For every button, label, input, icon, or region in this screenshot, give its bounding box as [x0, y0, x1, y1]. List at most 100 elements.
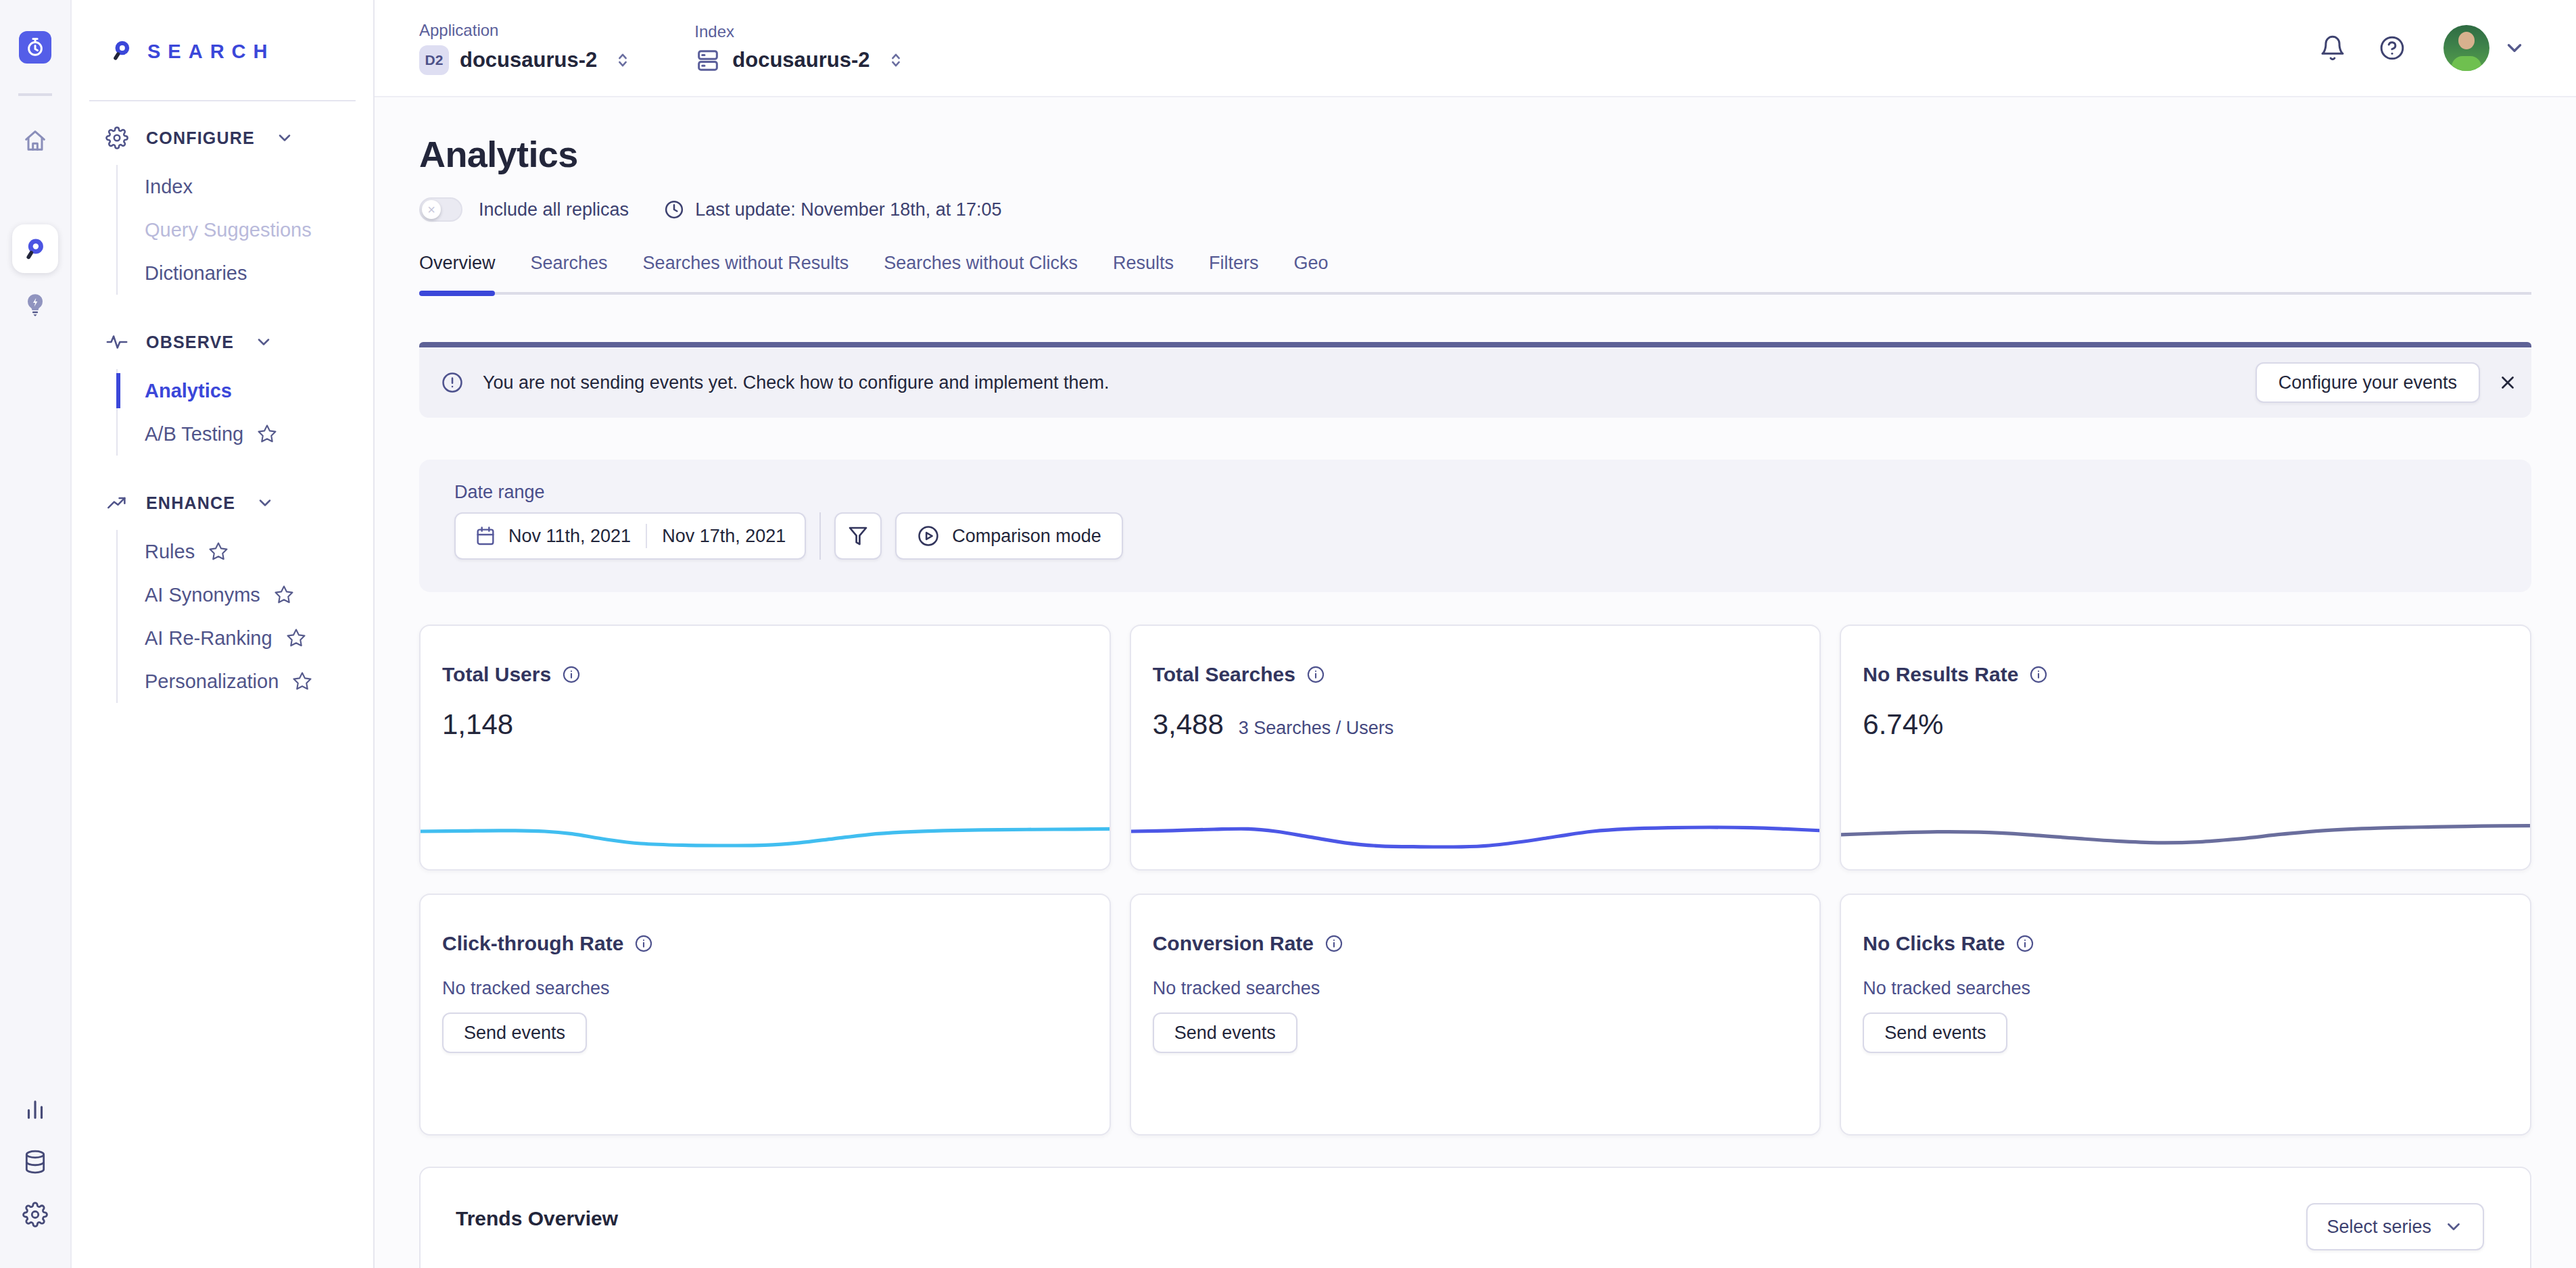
home-nav-button[interactable]: [22, 127, 49, 154]
sidebar-section-observe[interactable]: OBSERVE: [105, 330, 373, 354]
toggle-label: Include all replicas: [479, 199, 629, 220]
no-results-rate-sparkline: [1841, 804, 2530, 858]
comparison-mode-button[interactable]: Comparison mode: [895, 512, 1123, 560]
tab-geo[interactable]: Geo: [1293, 251, 1328, 274]
metric-card-total-searches: Total Searches 3,4883 Searches / Users: [1130, 625, 1821, 871]
content: Analytics × Include all replicas Last up…: [375, 97, 2576, 1268]
tab-results[interactable]: Results: [1113, 251, 1174, 274]
trends-overview-card: Trends Overview Select series: [419, 1167, 2531, 1268]
play-circle-icon: [917, 525, 940, 547]
sidebar-item-query-suggestions[interactable]: Query Suggestions: [145, 208, 373, 251]
toggle-knob: ×: [422, 200, 441, 219]
application-badge: D2: [419, 45, 449, 75]
banner-close-button[interactable]: [2498, 372, 2518, 393]
date-range-label: Date range: [454, 481, 2496, 503]
stopwatch-icon: [25, 37, 45, 57]
page-title: Analytics: [419, 131, 2531, 177]
sidebar-item-personalization[interactable]: Personalization: [145, 660, 373, 703]
bell-icon: [2319, 34, 2346, 62]
application-selector[interactable]: Application D2 docusaurus-2: [419, 21, 632, 75]
metric-cards-row: Total Users 1,148 Total Searches 3,4883 …: [419, 625, 2531, 871]
sidebar-item-analytics[interactable]: Analytics: [145, 369, 373, 412]
tab-filters[interactable]: Filters: [1209, 251, 1259, 274]
sidebar-item-dictionaries[interactable]: Dictionaries: [145, 251, 373, 295]
section-label: OBSERVE: [146, 333, 234, 352]
send-events-button[interactable]: Send events: [1863, 1013, 2007, 1053]
search-product-button[interactable]: [12, 224, 58, 273]
star-icon: [292, 671, 312, 691]
info-icon[interactable]: [562, 665, 581, 684]
banner-text: You are not sending events yet. Check ho…: [483, 372, 1110, 393]
send-events-button[interactable]: Send events: [442, 1013, 587, 1053]
bar-chart-icon: [22, 1096, 48, 1122]
date-range-panel: Date range Nov 11th, 2021 Nov 17th, 2021: [419, 460, 2531, 592]
chevron-down-icon: [275, 128, 294, 147]
sidebar-item-index[interactable]: Index: [145, 165, 373, 208]
section-label: ENHANCE: [146, 493, 235, 513]
tab-searches-without-clicks[interactable]: Searches without Clicks: [884, 251, 1078, 274]
product-rail: [0, 0, 72, 1268]
rail-divider: [18, 93, 52, 96]
star-icon: [208, 541, 229, 562]
toolbar-divider: [819, 512, 821, 560]
user-menu-chevron[interactable]: [2503, 36, 2526, 59]
section-observe: OBSERVE Analytics A/B Testing: [105, 330, 373, 456]
recommend-product-button[interactable]: [22, 292, 48, 318]
select-arrows-icon: [613, 51, 632, 70]
lightbulb-icon: [22, 292, 48, 318]
help-button[interactable]: [2379, 34, 2406, 62]
clock-icon: [664, 199, 684, 220]
tab-overview[interactable]: Overview: [419, 251, 496, 274]
close-icon: [2498, 372, 2518, 393]
date-range-button[interactable]: Nov 11th, 2021 Nov 17th, 2021: [454, 512, 806, 560]
sidebar-item-ai-re-ranking[interactable]: AI Re-Ranking: [145, 616, 373, 660]
send-events-button[interactable]: Send events: [1153, 1013, 1297, 1053]
usage-nav-button[interactable]: [22, 1096, 48, 1122]
star-icon: [286, 628, 306, 648]
index-selector[interactable]: Index docusaurus-2: [694, 22, 905, 74]
filter-button[interactable]: [834, 512, 882, 560]
notifications-button[interactable]: [2319, 34, 2346, 62]
info-icon[interactable]: [634, 934, 653, 953]
empty-cards-row: Click-through Rate No tracked searches S…: [419, 894, 2531, 1136]
tabs-underline: [419, 292, 2531, 295]
metric-card-no-clicks-rate: No Clicks Rate No tracked searches Send …: [1840, 894, 2531, 1136]
settings-nav-button[interactable]: [22, 1202, 48, 1227]
avatar[interactable]: [2443, 25, 2489, 71]
sidebar-item-ai-synonyms[interactable]: AI Synonyms: [145, 573, 373, 616]
configure-events-button[interactable]: Configure your events: [2256, 362, 2480, 403]
trending-up-icon: [105, 491, 128, 514]
app-root: SEARCH CONFIGURE Index Query Suggestions…: [0, 0, 2576, 1268]
info-icon[interactable]: [1306, 665, 1325, 684]
section-enhance: ENHANCE Rules AI Synonyms AI Re-Ranking …: [105, 491, 373, 703]
info-icon[interactable]: [2016, 934, 2034, 953]
chevron-down-icon: [254, 333, 273, 351]
sidebar: SEARCH CONFIGURE Index Query Suggestions…: [72, 0, 375, 1268]
star-icon: [257, 424, 277, 444]
funnel-icon: [847, 525, 869, 547]
include-replicas-toggle[interactable]: ×: [419, 197, 462, 222]
select-series-button[interactable]: Select series: [2306, 1203, 2484, 1250]
gear-icon: [105, 126, 128, 149]
sidebar-item-ab-testing[interactable]: A/B Testing: [145, 412, 373, 456]
total-searches-sparkline: [1131, 804, 1820, 858]
chevron-down-icon: [2503, 36, 2526, 59]
date-separator: [646, 524, 647, 548]
sidebar-item-rules[interactable]: Rules: [145, 530, 373, 573]
chevron-down-icon: [2443, 1217, 2464, 1237]
sidebar-section-configure[interactable]: CONFIGURE: [105, 126, 373, 150]
chevron-down-icon: [256, 493, 275, 512]
info-icon[interactable]: [2029, 665, 2048, 684]
sidebar-section-enhance[interactable]: ENHANCE: [105, 491, 373, 515]
metric-card-no-results-rate: No Results Rate 6.74%: [1840, 625, 2531, 871]
info-icon[interactable]: [1325, 934, 1343, 953]
index-icon: [694, 47, 721, 74]
tab-searches-without-results[interactable]: Searches without Results: [643, 251, 849, 274]
logo-text: SEARCH: [147, 41, 275, 63]
select-arrows-icon: [886, 51, 905, 70]
tab-searches[interactable]: Searches: [531, 251, 608, 274]
algolia-search-logo[interactable]: SEARCH: [72, 0, 373, 65]
metric-card-conversion-rate: Conversion Rate No tracked searches Send…: [1130, 894, 1821, 1136]
data-nav-button[interactable]: [22, 1149, 48, 1175]
trial-timer-button[interactable]: [19, 31, 51, 64]
